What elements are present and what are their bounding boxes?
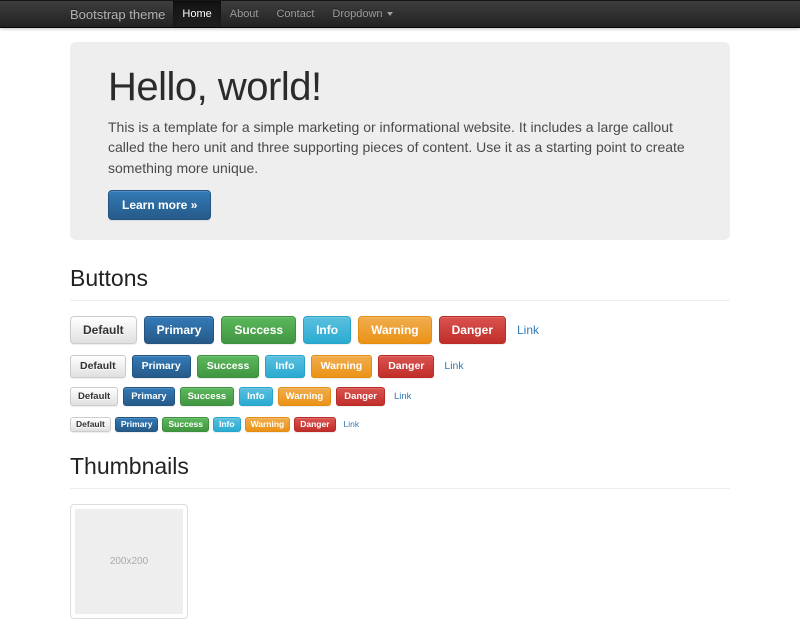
default-button-sm[interactable]: Default bbox=[70, 387, 118, 407]
hero-description: This is a template for a simple marketin… bbox=[108, 117, 692, 178]
caret-down-icon bbox=[387, 12, 393, 16]
nav-item-home[interactable]: Home bbox=[173, 1, 220, 27]
buttons-section-header: Buttons bbox=[70, 266, 730, 301]
default-button-xs[interactable]: Default bbox=[70, 417, 111, 432]
nav-item-contact[interactable]: Contact bbox=[267, 1, 323, 27]
navbar-menu: Home About Contact Dropdown bbox=[173, 1, 401, 27]
danger-button-sm[interactable]: Danger bbox=[336, 387, 385, 407]
main-container: Hello, world! This is a template for a s… bbox=[70, 42, 730, 619]
nav-item-about-label: About bbox=[230, 8, 259, 20]
nav-item-dropdown-label: Dropdown bbox=[332, 8, 382, 20]
button-row-default: Default Primary Success Info Warning Dan… bbox=[70, 355, 730, 378]
nav-item-contact-label: Contact bbox=[276, 8, 314, 20]
nav-item-dropdown[interactable]: Dropdown bbox=[323, 1, 401, 27]
navbar: Bootstrap theme Home About Contact Dropd… bbox=[0, 0, 800, 28]
primary-button-xs[interactable]: Primary bbox=[115, 417, 159, 432]
success-button-md[interactable]: Success bbox=[197, 355, 260, 378]
warning-button-xs[interactable]: Warning bbox=[245, 417, 291, 432]
nav-item-home-label: Home bbox=[182, 8, 211, 20]
buttons-heading: Buttons bbox=[70, 266, 730, 291]
default-button-md[interactable]: Default bbox=[70, 355, 126, 378]
thumbnails-heading: Thumbnails bbox=[70, 454, 730, 479]
danger-button-xs[interactable]: Danger bbox=[294, 417, 335, 432]
warning-button-lg[interactable]: Warning bbox=[358, 316, 432, 344]
primary-button-md[interactable]: Primary bbox=[132, 355, 191, 378]
success-button-sm[interactable]: Success bbox=[180, 387, 235, 407]
danger-button-lg[interactable]: Danger bbox=[439, 316, 506, 344]
info-button-lg[interactable]: Info bbox=[303, 316, 351, 344]
link-button-md[interactable]: Link bbox=[444, 360, 463, 372]
thumbnail[interactable]: 200x200 bbox=[70, 504, 188, 619]
nav-item-about[interactable]: About bbox=[221, 1, 268, 27]
button-row-small: Default Primary Success Info Warning Dan… bbox=[70, 387, 730, 407]
hero-title: Hello, world! bbox=[108, 66, 692, 108]
warning-button-md[interactable]: Warning bbox=[311, 355, 373, 378]
primary-button-lg[interactable]: Primary bbox=[144, 316, 215, 344]
link-button-lg[interactable]: Link bbox=[517, 323, 539, 337]
info-button-sm[interactable]: Info bbox=[239, 387, 272, 407]
learn-more-button[interactable]: Learn more » bbox=[108, 190, 211, 220]
success-button-lg[interactable]: Success bbox=[221, 316, 296, 344]
info-button-xs[interactable]: Info bbox=[213, 417, 241, 432]
warning-button-sm[interactable]: Warning bbox=[278, 387, 332, 407]
danger-button-md[interactable]: Danger bbox=[378, 355, 434, 378]
navbar-brand[interactable]: Bootstrap theme bbox=[70, 1, 165, 27]
success-button-xs[interactable]: Success bbox=[162, 417, 209, 432]
button-row-large: Default Primary Success Info Warning Dan… bbox=[70, 316, 730, 344]
navbar-container: Bootstrap theme Home About Contact Dropd… bbox=[70, 1, 730, 27]
link-button-xs[interactable]: Link bbox=[344, 419, 360, 429]
thumbnails-section-header: Thumbnails bbox=[70, 454, 730, 489]
default-button-lg[interactable]: Default bbox=[70, 316, 137, 344]
info-button-md[interactable]: Info bbox=[265, 355, 304, 378]
button-row-extra-small: Default Primary Success Info Warning Dan… bbox=[70, 417, 730, 432]
link-button-sm[interactable]: Link bbox=[394, 391, 411, 402]
hero-unit: Hello, world! This is a template for a s… bbox=[70, 42, 730, 240]
primary-button-sm[interactable]: Primary bbox=[123, 387, 174, 407]
thumbnail-placeholder-image: 200x200 bbox=[75, 509, 183, 614]
